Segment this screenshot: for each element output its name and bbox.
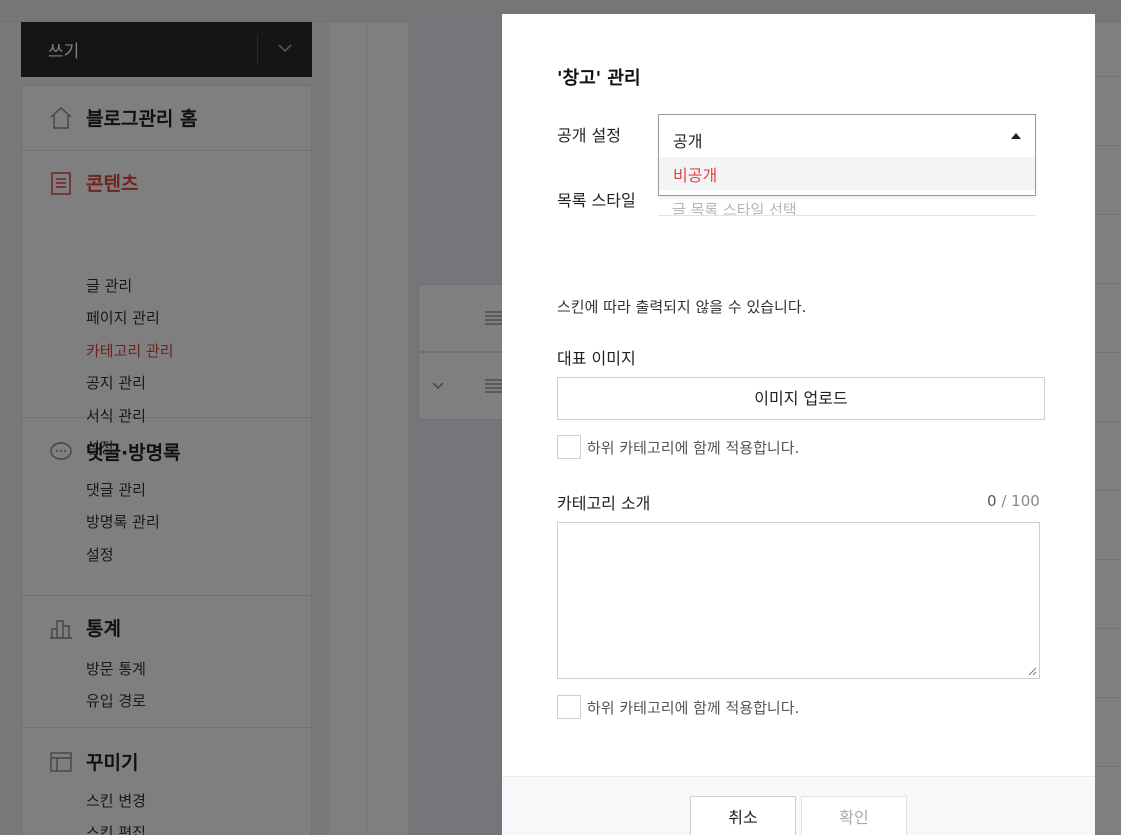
description-label: 카테고리 소개 — [557, 494, 651, 513]
visibility-option-private[interactable]: 비공개 — [659, 157, 1035, 190]
list-style-label: 목록 스타일 — [557, 191, 636, 210]
image-apply-label[interactable]: 하위 카테고리에 함께 적용합니다. — [587, 437, 799, 458]
modal-title: '창고' 관리 — [557, 68, 641, 89]
caret-up-icon — [1011, 133, 1021, 139]
list-style-value: 글 목록 스타일 선택 — [672, 201, 797, 216]
description-max: / 100 — [1001, 492, 1040, 510]
confirm-button[interactable]: 확인 — [801, 796, 907, 835]
description-count: 0 — [987, 492, 997, 510]
visibility-label: 공개 설정 — [557, 126, 621, 145]
image-label: 대표 이미지 — [557, 349, 636, 368]
category-settings-modal: '창고' 관리 공개 설정 목록 스타일 글 목록 스타일 선택 공개 비공개 … — [502, 14, 1095, 835]
visibility-selected-value: 공개 — [673, 132, 703, 151]
description-counter: 0 / 100 — [987, 492, 1040, 510]
description-apply-checkbox[interactable] — [557, 695, 581, 719]
cancel-button[interactable]: 취소 — [690, 796, 796, 835]
skin-notice: 스킨에 따라 출력되지 않을 수 있습니다. — [557, 298, 807, 316]
visibility-dropdown[interactable]: 공개 비공개 — [658, 114, 1036, 196]
description-apply-label[interactable]: 하위 카테고리에 함께 적용합니다. — [587, 697, 799, 718]
image-apply-children[interactable]: 하위 카테고리에 함께 적용합니다. — [557, 435, 799, 459]
image-apply-checkbox[interactable] — [557, 435, 581, 459]
description-textarea[interactable] — [557, 522, 1040, 679]
image-upload-button[interactable]: 이미지 업로드 — [557, 377, 1045, 420]
description-apply-children[interactable]: 하위 카테고리에 함께 적용합니다. — [557, 695, 799, 719]
resize-grip-icon[interactable] — [1027, 666, 1037, 676]
visibility-selected[interactable]: 공개 — [659, 115, 1035, 157]
modal-footer: 취소 확인 — [502, 776, 1095, 835]
